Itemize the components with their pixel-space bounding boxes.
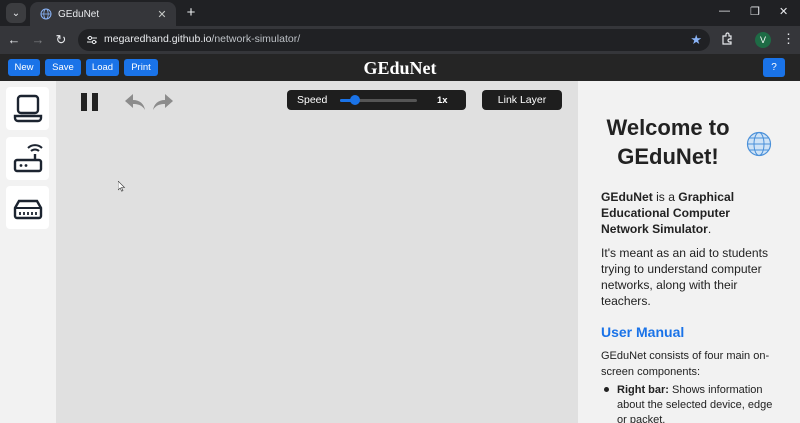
app-title: GEduNet	[363, 58, 437, 78]
back-icon[interactable]: ←	[6, 32, 22, 48]
purpose-paragraph: It's meant as an aid to students trying …	[601, 246, 769, 308]
speed-control: Speed 1x	[287, 90, 466, 110]
globe-icon	[40, 8, 52, 20]
add-router-button[interactable]	[6, 137, 49, 180]
user-manual-heading: User Manual	[601, 324, 685, 340]
speed-slider-thumb[interactable]	[350, 95, 361, 105]
bookmark-star-icon[interactable]: ★	[690, 32, 702, 48]
manual-paragraph: GEduNet consists of four main on- screen…	[601, 350, 770, 378]
pause-icon[interactable]	[80, 92, 100, 112]
reload-icon[interactable]: ↻	[53, 32, 69, 48]
tab-title: GEduNet	[58, 8, 100, 20]
tab-search-chevron-icon[interactable]: ⌄	[6, 3, 26, 23]
minimize-icon[interactable]: —	[719, 5, 730, 17]
switch-icon	[13, 199, 42, 219]
profile-avatar[interactable]: V	[755, 32, 771, 48]
undo-icon[interactable]	[124, 93, 146, 111]
close-window-icon[interactable]: ✕	[779, 5, 788, 18]
browser-menu-icon[interactable]: ⋮	[782, 31, 795, 47]
close-tab-icon[interactable]: ✕	[154, 8, 170, 21]
network-canvas[interactable]	[56, 81, 578, 423]
new-tab-icon[interactable]: +	[182, 4, 200, 22]
speed-label: Speed	[297, 94, 328, 106]
intro-paragraph: GEduNet is a Graphical Educational Compu…	[601, 190, 735, 236]
add-switch-button[interactable]	[6, 186, 49, 229]
restore-icon[interactable]: ❐	[750, 5, 760, 18]
extensions-icon[interactable]	[720, 32, 734, 46]
help-button[interactable]: ?	[763, 58, 785, 77]
router-icon	[13, 143, 43, 172]
link-layer-button[interactable]: Link Layer	[482, 90, 562, 110]
url-text: megaredhand.github.io/network-simulator/	[104, 33, 301, 45]
list-bullet	[604, 387, 609, 392]
browser-tab-bar: ⌄ GEduNet ✕ + — ❐ ✕	[0, 0, 800, 26]
speed-value: 1x	[437, 95, 448, 106]
browser-tab[interactable]: GEduNet ✕	[30, 2, 176, 26]
mouse-cursor-icon	[118, 181, 126, 192]
add-host-button[interactable]	[6, 87, 49, 130]
laptop-icon	[13, 94, 42, 122]
app-header: New Save Load Print GEduNet ?	[0, 54, 800, 81]
address-toolbar: ← → ↻ megaredhand.github.io/network-simu…	[0, 26, 800, 54]
address-bar[interactable]: megaredhand.github.io/network-simulator/…	[78, 29, 710, 51]
site-info-icon[interactable]	[86, 34, 98, 46]
device-toolbar	[0, 81, 56, 423]
redo-icon[interactable]	[152, 93, 174, 111]
right-info-bar: Welcome to GEduNet! GEduNet is a Graphic…	[578, 81, 800, 423]
forward-icon[interactable]: →	[30, 32, 46, 48]
globe-icon	[746, 131, 772, 157]
list-item: Right bar: Shows information about the s…	[617, 384, 773, 423]
welcome-heading: Welcome to GEduNet!	[606, 115, 730, 169]
